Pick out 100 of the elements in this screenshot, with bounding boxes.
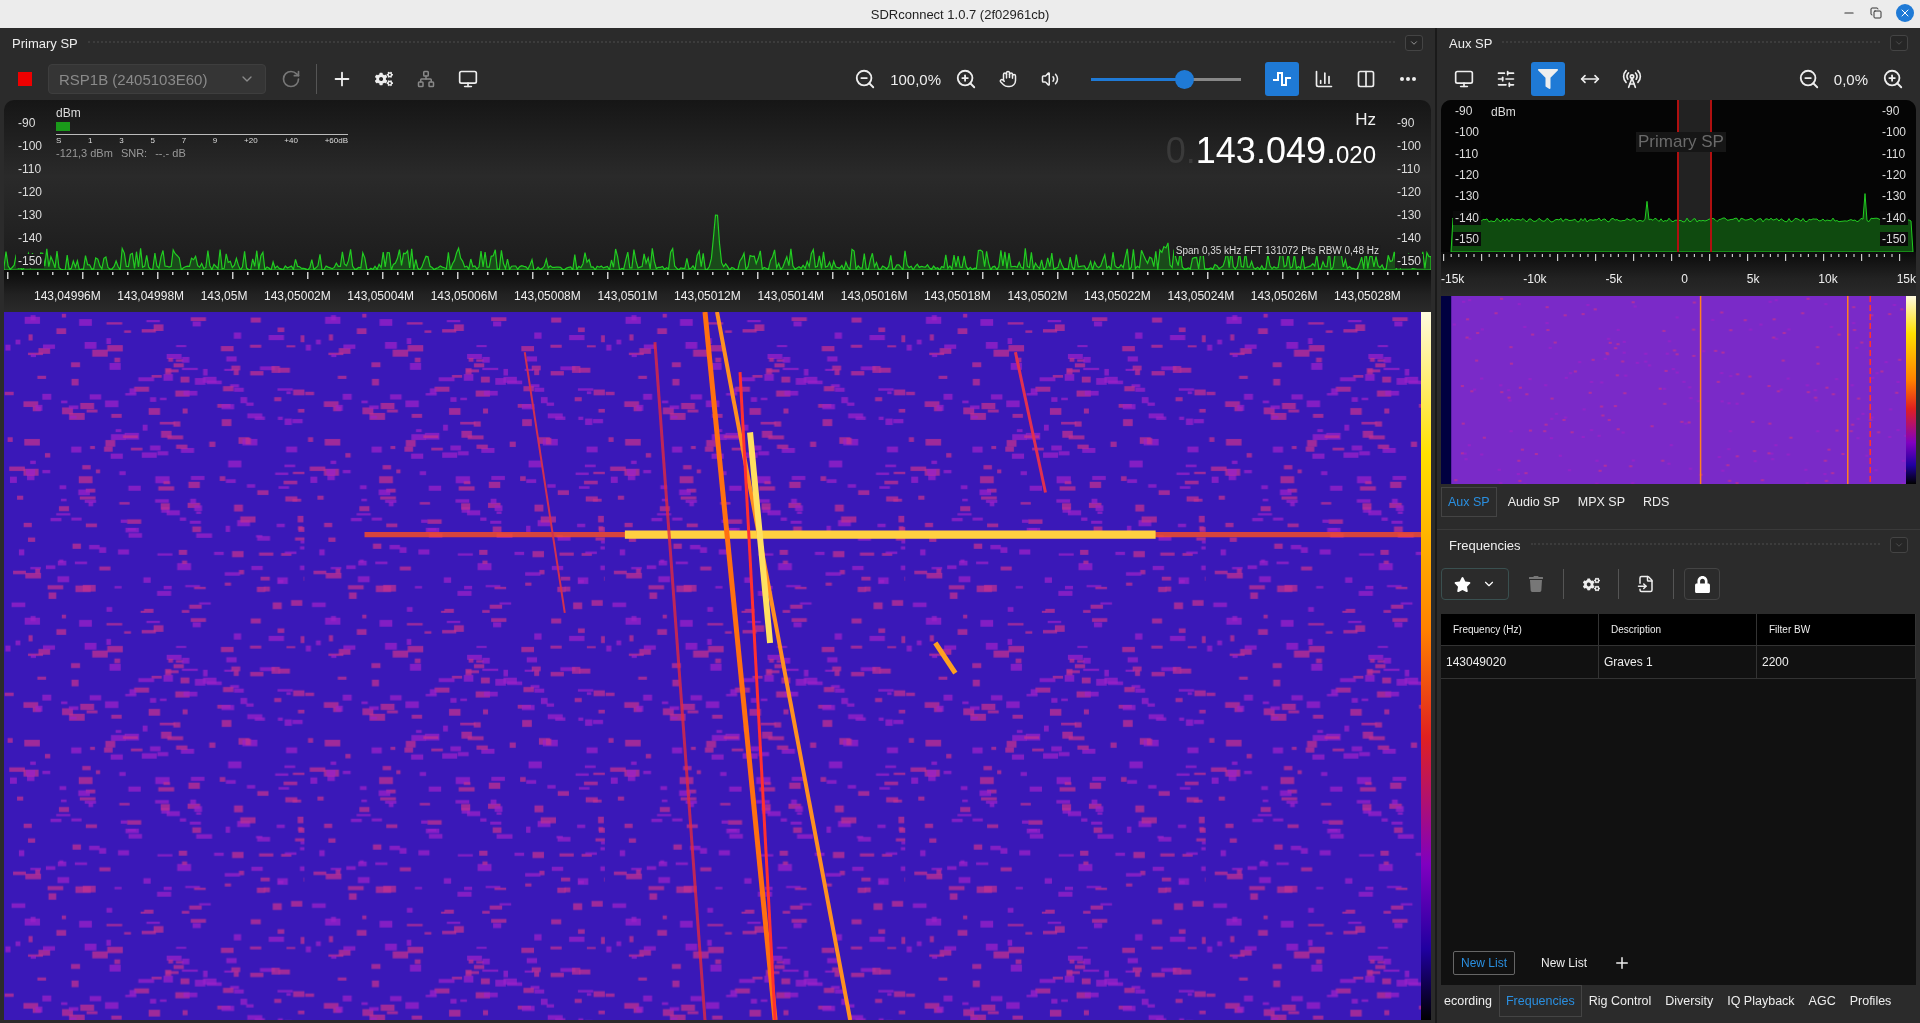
y-axis-label: -110 bbox=[1454, 146, 1480, 161]
frequency-axis-label: 143,04998M bbox=[117, 289, 185, 303]
zoom-out-icon bbox=[1797, 68, 1820, 90]
zoom-value: 0,0% bbox=[1833, 70, 1868, 88]
column-header[interactable]: Description bbox=[1599, 614, 1757, 645]
table-cell: 2200 bbox=[1757, 646, 1916, 678]
tab[interactable]: Diversity bbox=[1658, 985, 1721, 1017]
frequency-axis-label: 143,05022M bbox=[1084, 289, 1151, 303]
zoom-in-icon bbox=[955, 68, 977, 90]
tab[interactable]: AGC bbox=[1801, 985, 1843, 1017]
close-button[interactable] bbox=[1896, 4, 1914, 22]
meter-scale-label: S bbox=[56, 136, 62, 145]
sliders-icon bbox=[1496, 69, 1516, 89]
frequency-axis-label: 143,05016M bbox=[840, 289, 908, 303]
chevron-down-icon bbox=[1409, 38, 1419, 48]
y-axis-label: -90 bbox=[1395, 116, 1416, 130]
tab[interactable]: RDS bbox=[1636, 487, 1677, 517]
y-axis-label: -130 bbox=[1395, 208, 1422, 222]
y-axis-label: -120 bbox=[1395, 185, 1422, 199]
speaker-icon bbox=[1041, 70, 1059, 88]
tab[interactable]: Rig Control bbox=[1581, 985, 1659, 1017]
meter-scale-label: 1 bbox=[88, 136, 93, 145]
snr-value: --.- dB bbox=[155, 147, 186, 159]
frequency-axis-label: -15k bbox=[1441, 272, 1465, 286]
gears-icon bbox=[375, 70, 393, 88]
meter-scale-label: 9 bbox=[212, 136, 218, 145]
meter-scale-label: 5 bbox=[150, 136, 155, 145]
frequency-axis-label: 143,05014M bbox=[757, 289, 825, 303]
radio-tower-icon bbox=[1622, 69, 1642, 89]
y-axis-label: -140 bbox=[1395, 231, 1422, 245]
frequency-axis-label: 143,04996M bbox=[34, 289, 101, 303]
list-tab[interactable]: New List bbox=[1453, 951, 1515, 975]
frequency-axis-label: 143,05008M bbox=[514, 289, 581, 303]
y-axis-label: -90 bbox=[1880, 104, 1901, 118]
panel-title: Frequencies bbox=[1449, 537, 1521, 553]
y-axis-label: -100 bbox=[17, 139, 44, 153]
frequency-axis-label: 143,05024M bbox=[1167, 289, 1235, 303]
y-axis-label: -100 bbox=[1454, 125, 1481, 140]
lock-button[interactable] bbox=[1684, 568, 1720, 600]
y-axis-label: -150 bbox=[1394, 254, 1423, 268]
frequency-axis-label: 143,05028M bbox=[1334, 289, 1401, 303]
columns-icon bbox=[1356, 69, 1376, 89]
tab[interactable]: Audio SP bbox=[1500, 487, 1567, 517]
frequency-axis-label: 143,05026M bbox=[1250, 289, 1318, 303]
column-header[interactable]: Frequency (Hz) bbox=[1441, 614, 1599, 645]
frequency-axis-label: 15k bbox=[1896, 272, 1916, 286]
y-axis-label: -140 bbox=[17, 231, 44, 245]
frequency-axis-label: 143,05018M bbox=[924, 289, 991, 303]
unit-label: dBm bbox=[56, 106, 82, 120]
y-axis-label: -100 bbox=[1880, 125, 1907, 140]
more-icon bbox=[1400, 77, 1416, 81]
tab[interactable]: Frequencies bbox=[1498, 985, 1582, 1017]
frequency-axis-label: 143,0502M bbox=[1007, 289, 1068, 303]
slider-thumb[interactable] bbox=[1175, 70, 1194, 89]
frequency-axis-label: 143,0501M bbox=[597, 289, 658, 303]
lock-icon bbox=[1693, 575, 1711, 593]
frequency-axis-label: 143,05002M bbox=[264, 289, 331, 303]
restore-icon[interactable] bbox=[1870, 7, 1882, 19]
tab[interactable]: Aux SP bbox=[1441, 487, 1497, 517]
tab[interactable]: ecording bbox=[1437, 985, 1499, 1017]
y-axis-label: -110 bbox=[17, 162, 43, 176]
network-icon bbox=[417, 70, 435, 88]
y-axis-label: -110 bbox=[1880, 146, 1907, 161]
meter-scale-label: +20 bbox=[244, 136, 258, 145]
list-tab[interactable]: New List bbox=[1533, 951, 1596, 975]
y-axis-label: -120 bbox=[1880, 168, 1907, 182]
y-axis-label: -100 bbox=[1395, 139, 1422, 153]
tab[interactable]: MPX SP bbox=[1570, 487, 1633, 517]
chevron-down-icon bbox=[1894, 540, 1904, 550]
zoom-value: 100,0% bbox=[890, 70, 941, 88]
bar-chart-icon bbox=[1314, 69, 1334, 89]
unit-label: dBm bbox=[1491, 105, 1516, 119]
frequency-axis-label: -5k bbox=[1605, 272, 1623, 286]
y-axis-label: -130 bbox=[1880, 189, 1907, 204]
device-dropdown[interactable]: RSP1B (2405103E60) bbox=[48, 64, 266, 94]
frequency-axis-label: 143,05006M bbox=[430, 289, 498, 303]
column-header[interactable]: Filter BW bbox=[1757, 614, 1916, 645]
meter-scale-label: 3 bbox=[119, 136, 124, 145]
file-import-icon bbox=[1637, 575, 1655, 593]
zoom-out-icon bbox=[854, 68, 877, 90]
table-cell: Graves 1 bbox=[1599, 646, 1757, 678]
favorite-dropdown[interactable] bbox=[1441, 568, 1509, 600]
frequency-axis-label: 143,05012M bbox=[674, 289, 741, 303]
y-axis-label: -120 bbox=[1454, 168, 1481, 182]
star-icon bbox=[1453, 575, 1471, 593]
square-wave-icon bbox=[1272, 70, 1292, 88]
frequency-axis-label: -10k bbox=[1523, 272, 1547, 286]
tab[interactable]: Profiles bbox=[1842, 985, 1899, 1017]
window-title: SDRconnect 1.0.7 (2f02961cb) bbox=[870, 6, 1050, 22]
monitor-icon bbox=[458, 69, 478, 89]
unit-label: Hz bbox=[1355, 110, 1376, 130]
meter-scale-label: 7 bbox=[181, 136, 187, 145]
y-axis-label: -110 bbox=[1395, 162, 1422, 176]
y-axis-label: -130 bbox=[1454, 189, 1481, 204]
frequency-axis-label: 0 bbox=[1681, 272, 1688, 286]
y-axis-label: -150 bbox=[16, 254, 45, 268]
tab[interactable]: IQ Playback bbox=[1720, 985, 1802, 1017]
trash-icon bbox=[1528, 576, 1544, 592]
snr-label: SNR: bbox=[120, 147, 148, 159]
y-axis-label: -90 bbox=[1454, 104, 1474, 118]
